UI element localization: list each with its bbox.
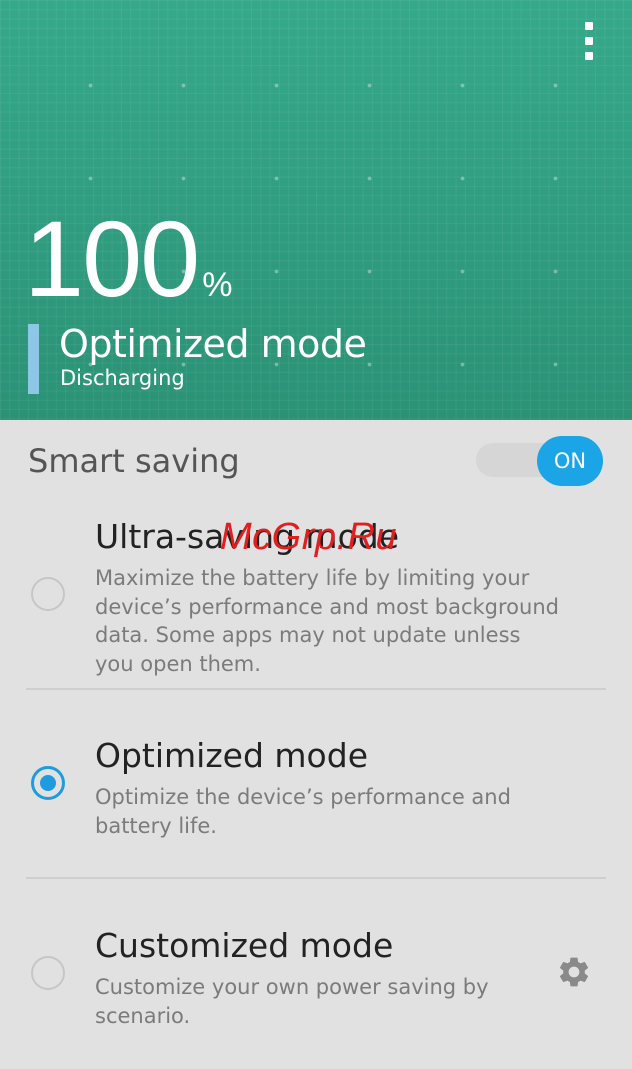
smart-saving-label: Smart saving — [28, 442, 240, 480]
watermark-text: McGrp.Ru — [220, 516, 398, 558]
divider — [26, 688, 606, 690]
option-description: Customize your own power saving by scena… — [95, 975, 489, 1028]
option-description: Optimize the device’s performance and ba… — [95, 785, 511, 838]
percent-sign: % — [202, 266, 233, 304]
option-title: Optimized mode — [95, 736, 368, 775]
customized-mode-radio[interactable] — [31, 956, 65, 990]
option-optimized-mode[interactable]: Optimized mode Optimize the device’s per… — [0, 720, 632, 870]
current-mode-title: Optimized mode — [59, 322, 367, 366]
option-description: Maximize the battery life by limiting yo… — [95, 566, 559, 676]
option-title: Customized mode — [95, 926, 394, 965]
more-vert-icon[interactable] — [576, 18, 602, 64]
smart-saving-toggle[interactable]: ON — [470, 435, 605, 489]
mode-indicator-bar — [28, 324, 39, 394]
optimized-mode-radio[interactable] — [31, 766, 65, 800]
ultra-saving-radio[interactable] — [31, 577, 65, 611]
option-customized-mode[interactable]: Customized mode Customize your own power… — [0, 910, 632, 1060]
battery-header: 100% Optimized mode Discharging — [0, 0, 632, 420]
charging-status: Discharging — [60, 366, 185, 390]
battery-percentage: 100% — [24, 205, 232, 313]
battery-level-value: 100 — [24, 198, 200, 319]
gear-icon[interactable] — [556, 954, 592, 990]
power-settings-panel: Smart saving ON Ultra-saving mode Maximi… — [0, 420, 632, 1069]
toggle-knob: ON — [537, 436, 603, 486]
divider — [26, 877, 606, 879]
